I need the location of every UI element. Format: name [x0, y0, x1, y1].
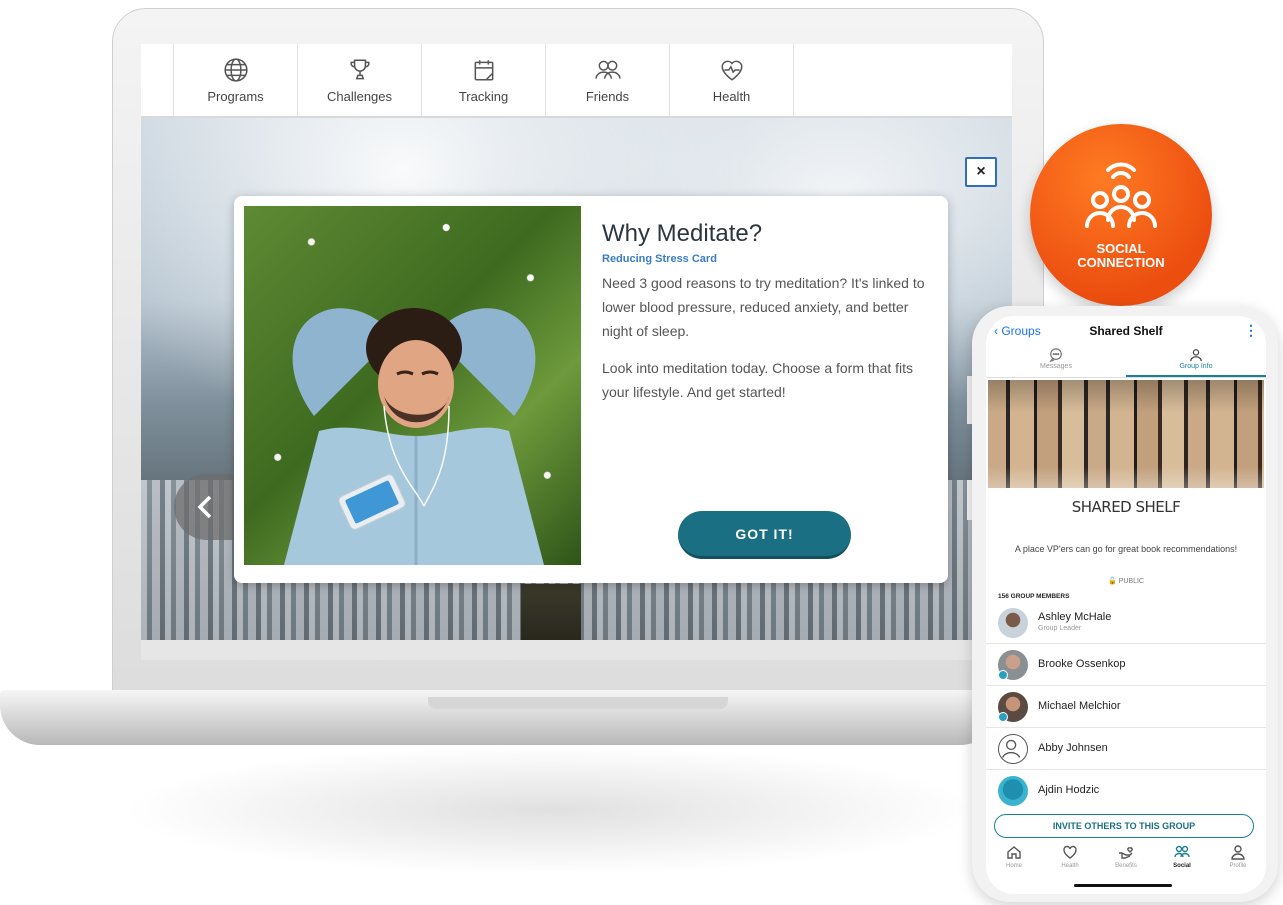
bottom-nav-social-label: Social — [1173, 863, 1191, 869]
bottom-nav-home[interactable]: Home — [986, 844, 1042, 880]
bottom-nav-health[interactable]: Health — [1042, 844, 1098, 880]
bottom-nav-home-label: Home — [1005, 863, 1022, 869]
laptop-screen: Programs Challenges Tracking Friends Hea… — [141, 44, 1012, 660]
heart-icon — [1063, 845, 1077, 859]
modal-paragraph-1: Need 3 good reasons to try meditation? I… — [602, 275, 925, 339]
member-role: Group Leader — [1038, 625, 1082, 632]
member-name: Ashley McHale — [1038, 611, 1112, 623]
status-badge — [998, 712, 1008, 722]
list-item[interactable]: Ajdin Hodzic — [986, 770, 1266, 812]
chevron-left-icon — [197, 495, 212, 519]
bottom-nav-social[interactable]: Social — [1154, 844, 1210, 880]
privacy-label: PUBLIC — [1118, 578, 1144, 585]
nav-item-programs[interactable]: Programs — [174, 44, 298, 116]
avatar — [998, 734, 1028, 764]
nav-label-challenges: Challenges — [326, 88, 393, 104]
laptop-hinge — [428, 697, 728, 709]
person-placeholder-icon — [1001, 739, 1021, 758]
hand-heart-icon — [1119, 847, 1133, 859]
status-badge — [998, 670, 1008, 680]
badge-label: SOCIAL CONNECTION — [1030, 242, 1212, 270]
nav-label-friends: Friends — [585, 88, 630, 104]
man-lying-in-grass-illustration — [284, 308, 544, 565]
modal-paragraph-2: Look into meditation today. Choose a for… — [602, 360, 914, 400]
group-privacy: 🔓 PUBLIC — [986, 577, 1266, 585]
group-description: A place VP'ers can go for great book rec… — [1014, 544, 1238, 554]
group-cover-image — [988, 380, 1264, 488]
tab-messages[interactable]: Messages — [986, 348, 1126, 377]
calendar-icon — [474, 59, 493, 81]
got-it-button[interactable]: GOT IT! — [678, 511, 851, 559]
meditation-modal: Why Meditate? Reducing Stress Card Need … — [234, 196, 948, 583]
badge-label-line1: SOCIAL — [1096, 241, 1146, 256]
close-button[interactable]: × — [965, 157, 997, 187]
modal-subtitle: Reducing Stress Card — [602, 253, 717, 265]
nav-item-tracking[interactable]: Tracking — [422, 44, 546, 116]
phone-screen: ‹ Groups Shared Shelf ⋮ Messages Group I… — [986, 316, 1266, 894]
bottom-nav-health-label: Health — [1061, 863, 1079, 869]
hero-person-silhouette — [521, 584, 581, 640]
badge-label-line2: CONNECTION — [1077, 255, 1165, 270]
heart-pulse-icon — [720, 60, 743, 81]
home-indicator — [1074, 884, 1172, 887]
bottom-nav-profile-label: Profile — [1229, 863, 1247, 869]
bottom-navigation: Home Health Benefits Social Profile — [986, 844, 1266, 880]
chat-bubble-icon — [1049, 348, 1062, 362]
nav-label-programs: Programs — [207, 88, 264, 104]
social-connection-badge: SOCIAL CONNECTION — [1030, 124, 1212, 306]
tab-messages-label: Messages — [1040, 363, 1072, 370]
meditation-photo — [244, 206, 581, 565]
member-name: Brooke Ossenkop — [1038, 658, 1126, 670]
phone-frame: ‹ Groups Shared Shelf ⋮ Messages Group I… — [972, 306, 1278, 902]
top-navigation: Programs Challenges Tracking Friends Hea… — [141, 44, 1012, 118]
laptop-shadow — [120, 745, 980, 875]
more-options-button[interactable]: ⋮ — [1244, 322, 1258, 339]
trophy-icon — [349, 58, 370, 79]
nav-item-friends[interactable]: Friends — [546, 44, 670, 116]
list-item[interactable]: Michael Melchior — [986, 686, 1266, 728]
group-title: Shared Shelf — [1089, 324, 1163, 338]
nav-item-health[interactable]: Health — [670, 44, 794, 116]
nav-label-tracking: Tracking — [458, 88, 509, 104]
list-item[interactable]: Abby Johnsen — [986, 728, 1266, 770]
phone-header: ‹ Groups Shared Shelf ⋮ — [986, 316, 1266, 346]
group-name: SHARED SHELF — [1071, 498, 1181, 516]
list-item[interactable]: Ashley McHale Group Leader — [986, 602, 1266, 644]
friends-icon — [594, 60, 621, 79]
close-icon: × — [976, 163, 986, 180]
unlock-icon: 🔓 — [1108, 578, 1117, 585]
bottom-nav-benefits[interactable]: Benefits — [1098, 844, 1154, 880]
people-icon — [1174, 845, 1190, 858]
tab-group-info[interactable]: Group Info — [1126, 348, 1266, 377]
phone-tabs: Messages Group Info — [986, 348, 1266, 378]
social-group-icon — [1085, 162, 1157, 228]
member-count: 156 GROUP MEMBERS — [998, 593, 1070, 600]
person-icon — [1231, 845, 1245, 860]
bottom-nav-benefits-label: Benefits — [1115, 863, 1137, 869]
tab-group-info-label: Group Info — [1179, 363, 1213, 370]
home-icon — [1007, 846, 1021, 859]
group-icon — [1190, 349, 1202, 362]
nav-spacer — [141, 44, 174, 116]
avatar — [998, 608, 1028, 638]
member-name: Abby Johnsen — [1038, 742, 1108, 754]
carousel-prev-button[interactable] — [174, 474, 234, 540]
invite-others-button[interactable]: INVITE OTHERS TO THIS GROUP — [994, 814, 1254, 838]
member-name: Michael Melchior — [1038, 700, 1121, 712]
modal-title: Why Meditate? — [602, 220, 763, 247]
globe-icon — [223, 57, 248, 82]
nav-item-challenges[interactable]: Challenges — [298, 44, 422, 116]
list-item[interactable]: Brooke Ossenkop — [986, 644, 1266, 686]
nav-label-health: Health — [712, 88, 751, 104]
bottom-nav-profile[interactable]: Profile — [1210, 844, 1266, 880]
avatar — [998, 776, 1028, 806]
member-name: Ajdin Hodzic — [1038, 784, 1100, 796]
